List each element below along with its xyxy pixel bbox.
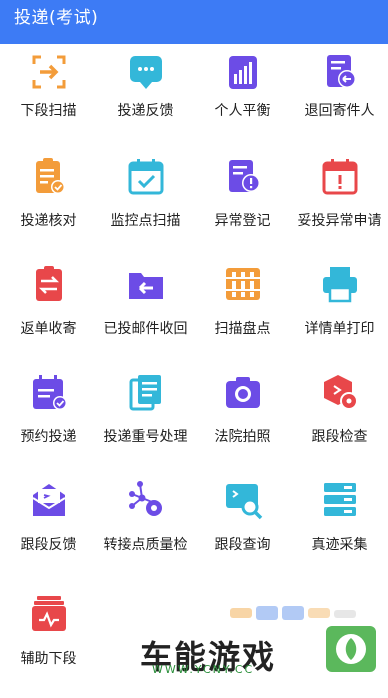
page-title: 投递(考试): [14, 8, 99, 28]
scan-frame-icon: [32, 55, 66, 89]
grid-item-return-to-sender[interactable]: 退回寄件人: [291, 44, 388, 152]
camera-icon: [226, 377, 260, 408]
chat-bubble-icon: [130, 56, 162, 89]
clipboard-check-icon: [36, 158, 65, 194]
server-stack-icon: [324, 483, 356, 516]
grid-item-label: 监控点扫描: [110, 213, 181, 229]
grid-item-personal-balance[interactable]: 个人平衡: [194, 44, 291, 152]
monitor-search-icon: [226, 484, 263, 520]
grid-item-assist-downstream[interactable]: 辅助下段: [0, 590, 97, 698]
return-document-icon: [327, 55, 356, 88]
grid-item-label: 预约投递: [20, 429, 77, 445]
grid-item-label: 退回寄件人: [304, 103, 375, 119]
grid-item-label: 跟段检查: [311, 429, 368, 445]
grid-item-label: 法院拍照: [214, 429, 271, 445]
grid-item-authentic-collect[interactable]: 真迹采集: [291, 478, 388, 586]
grid-item-scheduled-delivery[interactable]: 预约投递: [0, 370, 97, 478]
grid-item-segment-query[interactable]: 跟段查询: [194, 478, 291, 586]
grid-item-label: 已投邮件收回: [103, 321, 188, 337]
watermark-decoration: [230, 606, 356, 620]
grid-item-delivered-mail-recall[interactable]: 已投邮件收回: [97, 262, 194, 370]
grid-item-label: 投递反馈: [117, 103, 174, 119]
mail-open-icon: [32, 484, 66, 516]
calendar-list-icon: [33, 375, 67, 410]
grid-item-label: 跟段反馈: [20, 537, 77, 553]
grid-item-transfer-quality-check[interactable]: 转接点质量检: [97, 478, 194, 586]
grid-item-label: 跟段查询: [214, 537, 271, 553]
grid-item-exception-register[interactable]: 异常登记: [194, 154, 291, 262]
abacus-icon: [226, 268, 260, 300]
grid-item-scan-inventory[interactable]: 扫描盘点: [194, 262, 291, 370]
grid-item-segment-feedback[interactable]: 跟段反馈: [0, 478, 97, 586]
grid-item-detail-print[interactable]: 详情单打印: [291, 262, 388, 370]
network-gear-icon: [129, 481, 162, 516]
folder-return-icon: [129, 273, 163, 299]
grid-item-label: 详情单打印: [304, 321, 375, 337]
grid-item-label: 妥投异常申请: [297, 213, 382, 229]
app-header: 投递(考试): [0, 0, 388, 44]
grid-item-label: 异常登记: [214, 213, 271, 229]
grid-item-label: 投递核对: [20, 213, 77, 229]
box-gear-icon: [324, 375, 358, 410]
grid-item-duplicate-number[interactable]: 投递重号处理: [97, 370, 194, 478]
printer-icon: [323, 267, 357, 303]
grid-item-return-slip-receive[interactable]: 返单收寄: [0, 262, 97, 370]
documents-stack-icon: [129, 375, 161, 411]
clipboard-transfer-icon: [36, 266, 62, 301]
grid-item-monitor-point-scan[interactable]: 监控点扫描: [97, 154, 194, 262]
calendar-check-icon: [128, 159, 164, 195]
grid-item-delivery-check[interactable]: 投递核对: [0, 154, 97, 262]
grid-item-delivery-feedback[interactable]: 投递反馈: [97, 44, 194, 152]
bar-chart-icon: [229, 56, 257, 89]
grid-item-label: 投递重号处理: [103, 429, 188, 445]
grid-item-label: 真迹采集: [311, 537, 368, 553]
watermark-logo-icon: [326, 626, 376, 672]
grid-item-label: 扫描盘点: [214, 321, 271, 337]
grid-item-label: 下段扫描: [20, 103, 77, 119]
card-stack-icon: [32, 596, 66, 631]
grid-item-label: 辅助下段: [20, 651, 77, 667]
calendar-alert-icon: [322, 159, 358, 195]
document-alert-icon: [229, 160, 260, 192]
grid-item-label: 转接点质量检: [103, 537, 188, 553]
watermark-url: WWW.YCNY.CC: [152, 663, 255, 676]
grid-item-downstream-scan[interactable]: 下段扫描: [0, 44, 97, 152]
grid-item-label: 返单收寄: [20, 321, 77, 337]
grid-item-segment-check[interactable]: 跟段检查: [291, 370, 388, 478]
grid-item-court-photo[interactable]: 法院拍照: [194, 370, 291, 478]
grid-item-label: 个人平衡: [214, 103, 271, 119]
grid-item-delivery-exception-apply[interactable]: 妥投异常申请: [291, 154, 388, 262]
